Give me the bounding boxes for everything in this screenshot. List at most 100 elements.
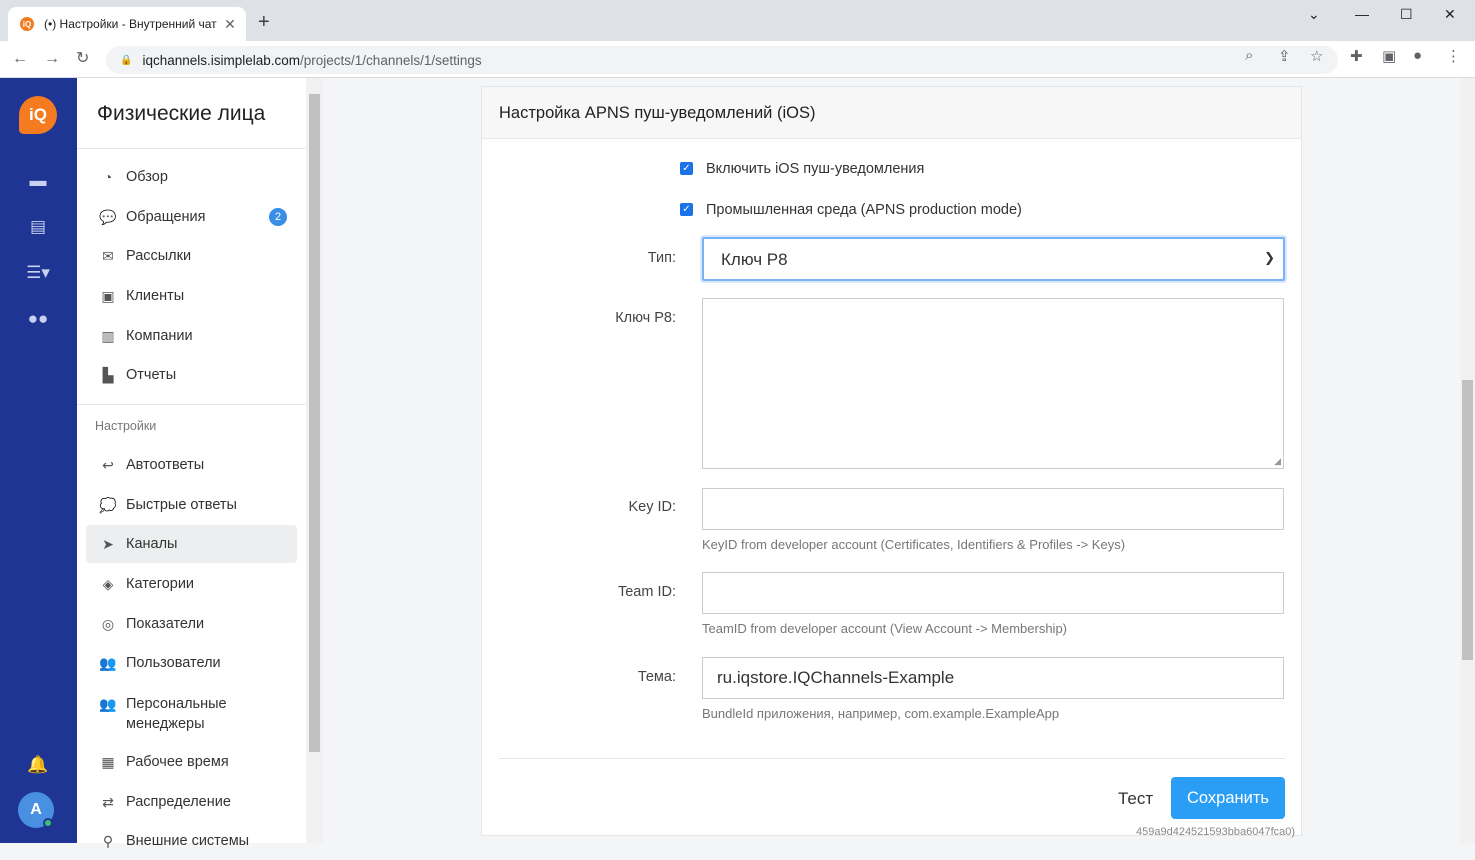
sidebar-item-categories[interactable]: ◈ Категории: [86, 565, 297, 603]
side-panel-icon[interactable]: ▣: [1382, 47, 1396, 65]
sidebar-item-label: Клиенты: [126, 288, 185, 304]
reply-all-icon: ↩: [102, 456, 114, 473]
maximize-icon[interactable]: ☐: [1400, 6, 1413, 23]
zoom-icon[interactable]: ⌕: [1245, 47, 1253, 64]
back-icon[interactable]: ←: [12, 49, 28, 69]
dashboard-icon: ◔: [103, 169, 113, 185]
save-button[interactable]: Сохранить: [1171, 777, 1285, 819]
favicon-icon: iQ: [20, 17, 34, 31]
extensions-icon[interactable]: ✚: [1350, 47, 1363, 65]
team-id-input[interactable]: [702, 572, 1284, 614]
calendar-icon: ▦: [101, 753, 115, 770]
type-select[interactable]: Ключ P8 ❯: [702, 237, 1285, 281]
list-dropdown-icon[interactable]: ☰▾: [24, 262, 52, 284]
iq-logo[interactable]: iQ: [19, 96, 57, 134]
forward-icon[interactable]: →: [44, 49, 60, 69]
sidebar-item-overview[interactable]: ◔ Обзор: [86, 158, 297, 196]
production-mode-checkbox[interactable]: ✓: [680, 203, 693, 216]
address-bar[interactable]: 🔒 iqchannels.isimplelab.com/projects/1/c…: [106, 46, 1338, 74]
team-id-help: TeamID from developer account (View Acco…: [702, 621, 1068, 636]
sidebar-item-mailings[interactable]: ✉ Рассылки: [86, 237, 297, 275]
chevron-down-icon: ❯: [1264, 250, 1275, 265]
browser-tab[interactable]: iQ (•) Настройки - Внутренний чат ✕: [8, 7, 246, 41]
browser-tab-strip: iQ (•) Настройки - Внутренний чат ✕ + ⌄ …: [0, 0, 1475, 41]
new-tab-button[interactable]: +: [258, 12, 270, 32]
sidebar-item-label: Внешние системы: [126, 833, 250, 849]
project-sidebar: Физические лица ◔ Обзор 💬 Обращения 2 ✉ Расс…: [77, 78, 306, 849]
paper-plane-icon: ➤: [102, 535, 114, 552]
sidebar-item-quick-replies[interactable]: 💭 Быстрые ответы: [86, 486, 297, 524]
minimize-icon[interactable]: —: [1355, 6, 1369, 22]
p8-key-label: Ключ P8:: [615, 310, 676, 326]
sidebar-item-label: Персональные менеджеры: [126, 696, 227, 732]
divider: [77, 148, 306, 149]
key-id-help: KeyID from developer account (Certificat…: [702, 537, 1126, 552]
tab-title: (•) Настройки - Внутренний чат: [44, 17, 217, 31]
sidebar-item-working-hours[interactable]: ▦ Рабочее время: [86, 743, 297, 781]
lock-icon: 🔒: [120, 54, 133, 66]
topic-help: BundleId приложения, например, com.examp…: [702, 706, 1060, 721]
tab-search-icon[interactable]: ⌄: [1308, 6, 1320, 23]
sidebar-item-label: Рабочее время: [126, 754, 229, 770]
sidebar-item-conversations[interactable]: 💬 Обращения 2: [86, 198, 297, 236]
sidebar-item-companies[interactable]: ▥ Компании: [86, 317, 297, 355]
team-id-label: Team ID:: [617, 584, 676, 600]
enable-ios-push-checkbox[interactable]: ✓: [680, 162, 693, 175]
resize-grip-icon[interactable]: ◢: [1274, 456, 1281, 467]
key-id-input[interactable]: [702, 488, 1284, 530]
sidebar-item-metrics[interactable]: ◎ Показатели: [86, 605, 297, 643]
sidebar-item-label: Обращения: [126, 209, 206, 225]
sidebar-item-reports[interactable]: ▙ Отчеты: [86, 356, 297, 394]
divider: [499, 758, 1285, 759]
team-icon[interactable]: ●●: [24, 308, 52, 330]
bookmark-star-icon[interactable]: ☆: [1310, 47, 1323, 65]
mail-icon: ✉: [102, 247, 114, 264]
online-status-dot: [43, 818, 53, 828]
sidebar-item-personal-managers[interactable]: 👥 Персональные менеджеры: [86, 684, 297, 740]
reload-icon[interactable]: ↻: [76, 49, 89, 69]
type-label: Тип:: [647, 250, 676, 266]
type-select-value: Ключ P8: [721, 250, 788, 269]
inbox-icon[interactable]: ▬: [24, 170, 52, 192]
sidebar-item-label: Распределение: [126, 794, 231, 810]
profile-icon[interactable]: ●: [1413, 47, 1422, 64]
settings-section-label: Настройки: [95, 419, 157, 433]
tab-close-icon[interactable]: ✕: [222, 16, 238, 33]
chart-icon: ▙: [102, 366, 114, 383]
bell-icon[interactable]: 🔔: [24, 754, 52, 776]
browser-toolbar: ← → ↻ 🔒 iqchannels.isimplelab.com/projec…: [0, 41, 1475, 78]
sidebar-item-label: Каналы: [126, 536, 178, 552]
main-scrollbar-thumb[interactable]: [1462, 380, 1473, 660]
p8-key-textarea[interactable]: ◢: [702, 298, 1284, 469]
apns-settings-card: Настройка APNS пуш-уведомлений (iOS) ✓ В…: [481, 86, 1302, 836]
sidebar-item-label: Автоответы: [126, 457, 205, 473]
sidebar-item-label: Обзор: [126, 169, 168, 185]
building-icon: ▥: [101, 327, 115, 344]
sidebar-scrollbar-thumb[interactable]: [309, 94, 320, 752]
sidebar-item-label: Пользователи: [126, 655, 221, 671]
window-close-icon[interactable]: ✕: [1444, 6, 1456, 23]
sidebar-item-channels[interactable]: ➤ Каналы: [86, 525, 297, 563]
sidebar-item-distribution[interactable]: ⇄ Распределение: [86, 783, 297, 821]
topic-value: ru.iqstore.IQChannels-Example: [717, 668, 955, 687]
contacts-icon[interactable]: ▤: [24, 216, 52, 238]
contact-card-icon: ▣: [101, 287, 115, 304]
url-host: iqchannels.isimplelab.com: [142, 52, 301, 68]
production-mode-label: Промышленная среда (APNS production mode…: [706, 202, 1022, 218]
chat-icon: 💬: [99, 208, 117, 225]
plug-icon: ⚲: [102, 832, 114, 849]
sidebar-item-label: Отчеты: [126, 367, 177, 383]
sidebar-item-autoreplies[interactable]: ↩ Автоответы: [86, 446, 297, 484]
topic-input[interactable]: ru.iqstore.IQChannels-Example: [702, 657, 1284, 699]
share-icon[interactable]: ⇪: [1278, 47, 1291, 65]
sidebar-item-clients[interactable]: ▣ Клиенты: [86, 277, 297, 315]
sidebar-item-label: Показатели: [126, 616, 205, 632]
sidebar-item-users[interactable]: 👥 Пользователи: [86, 644, 297, 682]
enable-ios-push-label: Включить iOS пуш-уведомления: [706, 161, 925, 177]
sidebar-item-external-systems[interactable]: ⚲ Внешние системы: [86, 822, 297, 860]
test-button[interactable]: Тест: [1118, 789, 1153, 809]
speech-bubble-icon: 💭: [99, 496, 117, 513]
menu-kebab-icon[interactable]: ⋮: [1446, 47, 1461, 65]
key-id-label: Key ID:: [628, 499, 676, 515]
sidebar-item-label: Быстрые ответы: [126, 497, 237, 513]
